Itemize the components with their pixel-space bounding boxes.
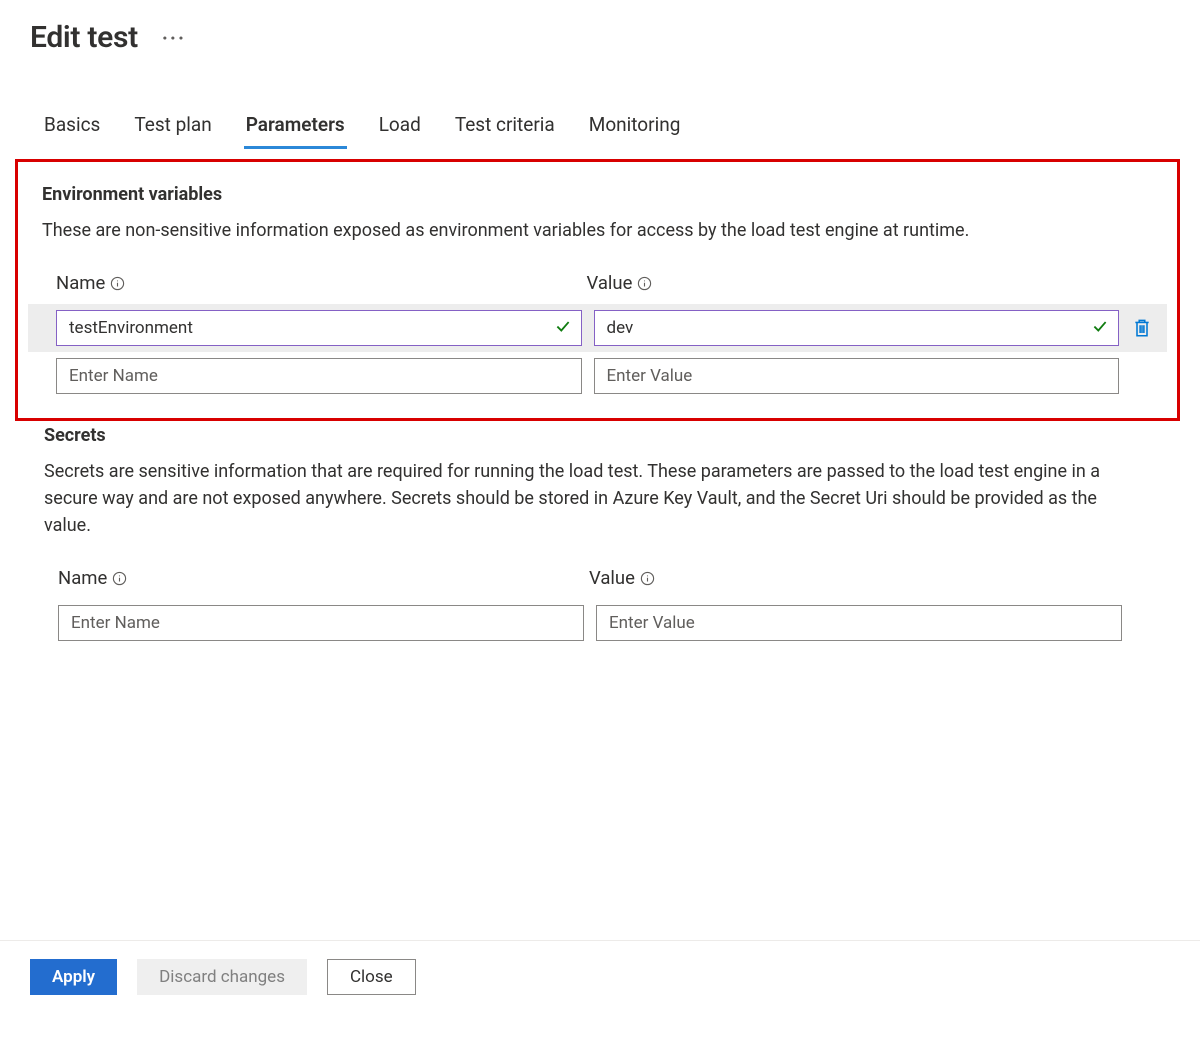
tab-test-plan[interactable]: Test plan xyxy=(132,105,213,149)
env-title: Environment variables xyxy=(28,184,1167,205)
more-actions-button[interactable]: ··· xyxy=(158,22,190,54)
close-button[interactable]: Close xyxy=(327,959,416,995)
page-title: Edit test xyxy=(30,20,138,55)
info-icon[interactable] xyxy=(640,571,655,586)
info-icon[interactable] xyxy=(637,276,652,291)
secrets-value-header-text: Value xyxy=(589,567,635,589)
env-value-header-text: Value xyxy=(587,272,633,294)
env-variables-section: Environment variables These are non-sens… xyxy=(15,159,1180,421)
tab-basics[interactable]: Basics xyxy=(42,105,102,149)
env-name-header: Name xyxy=(56,272,575,294)
env-name-input[interactable] xyxy=(56,358,582,394)
secrets-name-input[interactable] xyxy=(58,605,584,641)
env-value-input[interactable] xyxy=(594,358,1120,394)
secrets-title: Secrets xyxy=(30,425,1170,446)
env-value-input[interactable] xyxy=(594,310,1120,346)
tabs: Basics Test plan Parameters Load Test cr… xyxy=(30,105,1170,149)
secrets-value-header: Value xyxy=(589,567,1108,589)
env-name-header-text: Name xyxy=(56,272,105,294)
secrets-name-header-text: Name xyxy=(58,567,107,589)
discard-changes-button[interactable]: Discard changes xyxy=(137,959,307,995)
info-icon[interactable] xyxy=(112,571,127,586)
secrets-name-header: Name xyxy=(58,567,577,589)
env-value-header: Value xyxy=(587,272,1106,294)
tab-load[interactable]: Load xyxy=(377,105,423,149)
env-name-input[interactable] xyxy=(56,310,582,346)
delete-row-button[interactable] xyxy=(1131,314,1153,342)
secrets-value-input[interactable] xyxy=(596,605,1122,641)
info-icon[interactable] xyxy=(110,276,125,291)
env-row-empty xyxy=(28,352,1167,400)
tab-parameters[interactable]: Parameters xyxy=(244,105,347,149)
secrets-section: Secrets Secrets are sensitive informatio… xyxy=(30,421,1170,647)
tab-monitoring[interactable]: Monitoring xyxy=(587,105,683,149)
secrets-desc: Secrets are sensitive information that a… xyxy=(30,458,1170,539)
secrets-row-empty xyxy=(30,599,1170,647)
apply-button[interactable]: Apply xyxy=(30,959,117,995)
tab-test-criteria[interactable]: Test criteria xyxy=(453,105,557,149)
env-desc: These are non-sensitive information expo… xyxy=(28,217,1167,244)
footer: Apply Discard changes Close xyxy=(0,940,1200,1013)
env-row xyxy=(28,304,1167,352)
